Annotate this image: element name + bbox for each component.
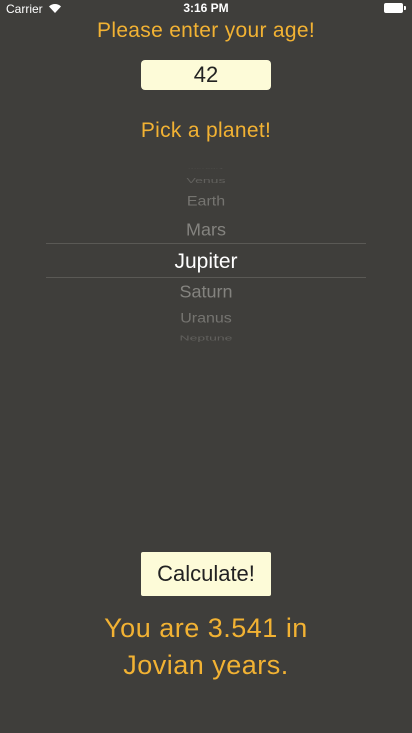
picker-selection-top-line — [46, 243, 366, 244]
picker-selection-bottom-line — [46, 277, 366, 278]
picker-option-venus[interactable]: Venus — [46, 175, 366, 185]
picker-option-saturn[interactable]: Saturn — [46, 282, 366, 303]
calculate-button[interactable]: Calculate! — [141, 552, 271, 596]
age-prompt: Please enter your age! — [97, 19, 315, 42]
picker-option-neptune[interactable]: Neptune — [46, 333, 366, 343]
picker-option-earth[interactable]: Earth — [46, 194, 366, 211]
planet-prompt: Pick a planet! — [140, 119, 272, 142]
picker-option-mars[interactable]: Mars — [46, 220, 366, 241]
picker-option-uranus[interactable]: Uranus — [46, 311, 366, 328]
result-line-2: Jovian years. — [123, 650, 289, 680]
picker-option-jupiter[interactable]: Jupiter — [46, 249, 366, 274]
age-input[interactable] — [141, 60, 271, 90]
status-bar: Carrier 3:16 PM — [0, 0, 412, 18]
battery-icon — [384, 3, 406, 13]
status-time: 3:16 PM — [183, 1, 229, 15]
planet-picker[interactable]: Mercury Venus Earth Mars Jupiter Saturn Uranus… — [46, 168, 366, 348]
result-line-1: You are 3.541 in — [104, 613, 308, 643]
picker-option-mercury[interactable]: Mercury — [46, 168, 366, 170]
result-text: You are 3.541 in Jovian years. — [56, 610, 356, 684]
